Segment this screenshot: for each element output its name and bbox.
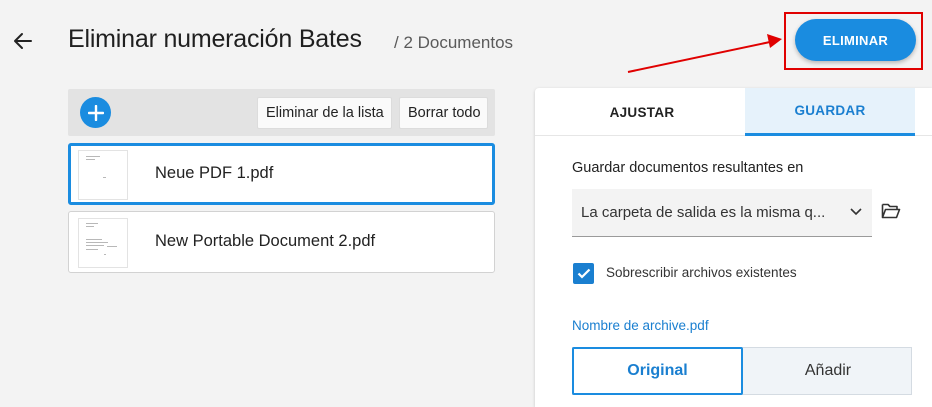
output-folder-select[interactable]: La carpeta de salida es la misma q...	[572, 189, 872, 237]
pdf-thumbnail	[78, 150, 128, 200]
chevron-down-icon	[850, 208, 862, 216]
back-arrow-icon[interactable]	[10, 28, 36, 54]
filename-mode-toggle: Original Añadir	[572, 347, 912, 395]
file-list-item[interactable]: Neue PDF 1.pdf	[68, 143, 495, 205]
settings-panel: AJUSTAR GUARDAR Guardar documentos resul…	[535, 88, 932, 407]
plus-icon	[87, 104, 104, 121]
checkmark-icon	[577, 268, 590, 279]
tab-adjust[interactable]: AJUSTAR	[539, 88, 745, 136]
clear-all-button[interactable]: Borrar todo	[399, 97, 488, 129]
file-name: Neue PDF 1.pdf	[155, 164, 274, 182]
file-name: New Portable Document 2.pdf	[155, 232, 376, 250]
folder-open-icon[interactable]	[881, 202, 901, 225]
save-location-label: Guardar documentos resultantes en	[572, 160, 804, 176]
file-list-toolbar: Eliminar de la lista Borrar todo	[68, 89, 495, 136]
filename-append-option[interactable]: Añadir	[744, 347, 912, 395]
annotation-arrow	[627, 34, 782, 73]
remove-from-list-button[interactable]: Eliminar de la lista	[257, 97, 392, 129]
filename-original-option[interactable]: Original	[572, 347, 743, 395]
settings-tabs: AJUSTAR GUARDAR	[535, 88, 932, 136]
add-file-button[interactable]	[80, 97, 111, 128]
file-list-item[interactable]: New Portable Document 2.pdf	[68, 211, 495, 273]
document-count: / 2 Documentos	[394, 33, 514, 52]
pdf-thumbnail	[78, 218, 128, 268]
overwrite-checkbox[interactable]	[573, 263, 594, 284]
page-title: Eliminar numeración Bates	[68, 25, 362, 53]
overwrite-label: Sobrescribir archivos existentes	[606, 265, 797, 280]
output-folder-value: La carpeta de salida es la misma q...	[581, 204, 826, 221]
tab-save[interactable]: GUARDAR	[745, 88, 915, 136]
remove-button[interactable]: ELIMINAR	[795, 19, 916, 61]
filename-label: Nombre de archive.pdf	[572, 318, 709, 333]
